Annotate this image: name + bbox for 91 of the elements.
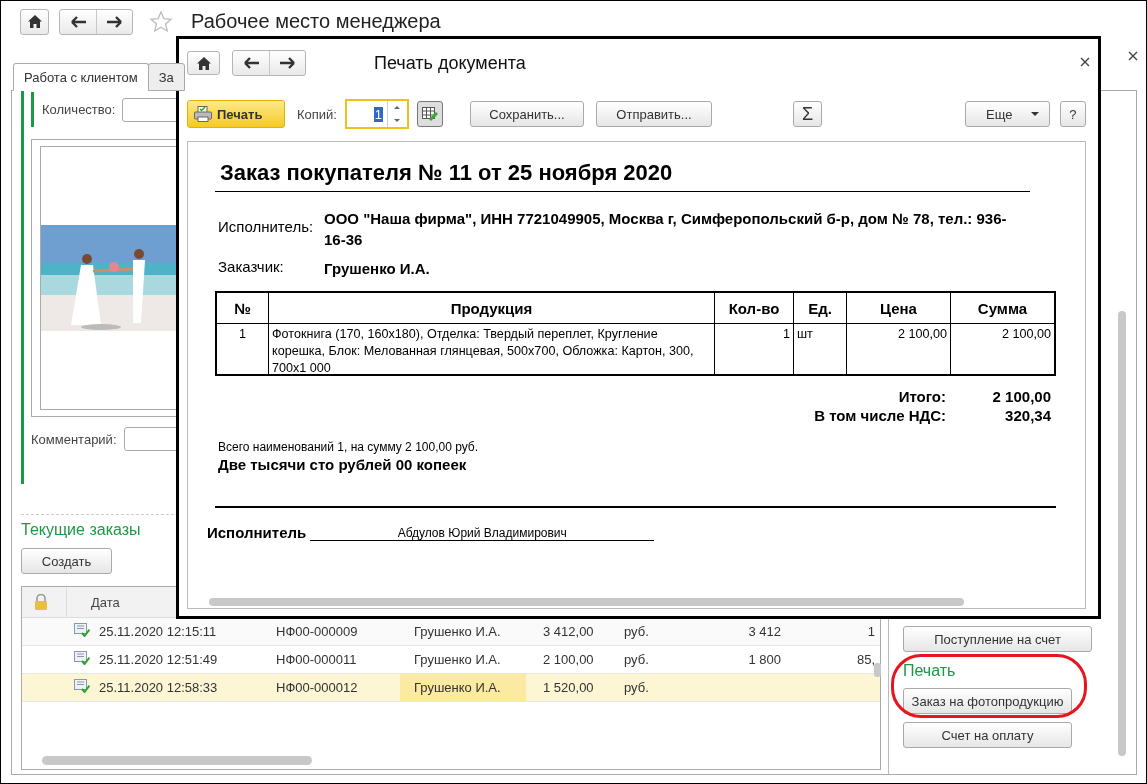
table-cell: руб. bbox=[624, 680, 649, 695]
help-button[interactable]: ? bbox=[1060, 101, 1086, 127]
home-button[interactable] bbox=[20, 8, 49, 35]
star-icon[interactable] bbox=[149, 9, 173, 34]
more-button[interactable]: Еще bbox=[965, 101, 1050, 127]
table-cell: 2 100,00 bbox=[897, 327, 947, 341]
printer-icon bbox=[194, 106, 212, 122]
total-value: 2 100,00 bbox=[991, 388, 1051, 405]
table-header: Сумма bbox=[977, 299, 1028, 317]
spin-down-icon[interactable] bbox=[394, 119, 401, 122]
field-label: Копий: bbox=[297, 106, 337, 122]
table-cell: 3 412 bbox=[748, 624, 781, 639]
scrollbar[interactable] bbox=[42, 756, 312, 765]
table-header: Кол-во bbox=[728, 299, 780, 317]
action-button[interactable]: Поступление на счет bbox=[903, 626, 1092, 652]
send-button[interactable]: Отправить... bbox=[596, 101, 712, 127]
print-button[interactable]: Счет на оплату bbox=[903, 722, 1072, 748]
total-label: Итого: bbox=[897, 388, 946, 405]
table-cell: 3 412,00 bbox=[543, 624, 594, 639]
table-header: № bbox=[234, 299, 251, 317]
total-label: В том числе НДС: bbox=[814, 407, 946, 424]
table-cell: 85, bbox=[856, 652, 875, 667]
lock-icon bbox=[34, 594, 48, 610]
scrollbar[interactable] bbox=[1118, 311, 1126, 756]
table-cell: 25.11.2020 12:58:33 bbox=[99, 680, 218, 695]
table-cell: 2 100,00 bbox=[543, 652, 594, 667]
caret-icon bbox=[1031, 112, 1039, 116]
scrollbar[interactable] bbox=[874, 663, 881, 677]
table-cell: 1 bbox=[867, 624, 875, 639]
field-label: Комментарий: bbox=[31, 431, 117, 447]
table-cell: НФ00-000009 bbox=[276, 624, 358, 639]
table-cell: 1 bbox=[239, 327, 246, 341]
party-label: Заказчик: bbox=[218, 258, 285, 277]
table-cell: НФ00-000012 bbox=[276, 680, 358, 695]
signature-label: Исполнитель bbox=[207, 524, 307, 541]
print-button[interactable]: Заказ на фотопродукцию bbox=[903, 688, 1072, 714]
tab[interactable]: За bbox=[147, 63, 185, 91]
summary-text: Всего наименований 1, на сумму 2 100,00 руб. bbox=[217, 440, 480, 454]
close-icon[interactable] bbox=[1080, 57, 1090, 67]
create-button[interactable]: Создать bbox=[21, 548, 112, 574]
table-cell: 1 bbox=[783, 327, 790, 341]
table-cell: 25.11.2020 12:51:49 bbox=[99, 652, 218, 667]
table-cell: 1 800 bbox=[748, 652, 781, 667]
save-button[interactable]: Сохранить... bbox=[470, 101, 584, 127]
document-check-icon bbox=[74, 679, 90, 693]
table-header: Ед. bbox=[808, 299, 832, 317]
table-cell: Грушенко И.А. bbox=[414, 652, 501, 667]
table-cell: Грушенко И.А. bbox=[414, 624, 501, 639]
arrow-right-icon bbox=[280, 57, 295, 69]
table-row[interactable]: 25.11.2020 12:58:33 НФ00-000012 Грушенко И.А. 1 520,00 руб. bbox=[22, 674, 880, 702]
table-cell: НФ00-000011 bbox=[276, 652, 357, 667]
home-icon bbox=[27, 15, 42, 28]
document-check-icon bbox=[74, 623, 90, 637]
close-icon[interactable] bbox=[1128, 51, 1138, 61]
arrow-right-icon bbox=[107, 15, 122, 28]
amount-in-words: Две тысячи сто рублей 00 копеек bbox=[217, 456, 468, 473]
home-icon bbox=[196, 56, 211, 70]
table-header: Продукция bbox=[450, 299, 533, 317]
scrollbar[interactable] bbox=[209, 598, 964, 606]
table-cell: 2 100,00 bbox=[1001, 327, 1051, 341]
sum-button[interactable]: Σ bbox=[793, 101, 822, 127]
table-edit-icon bbox=[422, 107, 438, 121]
spin-up-icon[interactable] bbox=[394, 106, 401, 109]
field-label: Количество: bbox=[42, 102, 116, 117]
print-button[interactable]: Печать bbox=[187, 100, 285, 128]
document-check-icon bbox=[74, 651, 90, 665]
signature-name: Абдулов Юрий Владимирович bbox=[310, 526, 655, 541]
table-cell: Грушенко И.А. bbox=[414, 680, 501, 695]
tab[interactable]: Работа с клиентом bbox=[13, 63, 149, 91]
dialog-title: Печать документа bbox=[374, 52, 526, 74]
document-title: Заказ покупателя № 11 от 25 ноября 2020 bbox=[215, 142, 1030, 192]
party-value: ООО "Наша фирма", ИНН 7721049905, Москва г, Симферопольский б-р, дом № 78, тел.: 936-16-36 bbox=[324, 209, 1008, 250]
table-row[interactable]: 25.11.2020 12:15:11 НФ00-000009 Грушенко И.А. 3 412,00 руб. 3 412 1 bbox=[22, 618, 880, 646]
total-value: 320,34 bbox=[1004, 407, 1051, 424]
window-title: Рабочее место менеджера bbox=[191, 10, 441, 33]
table-cell: руб. bbox=[624, 624, 649, 639]
arrow-left-icon bbox=[70, 15, 86, 28]
table-cell: шт bbox=[797, 327, 813, 341]
home-button[interactable] bbox=[187, 51, 220, 75]
edit-table-button[interactable] bbox=[417, 101, 443, 127]
table-cell: Фотокнига (170, 160х180), Отделка: Твердый переплет, Кругление корешка, Блок: Мелованная глянцевая, 500х700, Обложка: Картон, 300, 700х1 000 bbox=[272, 327, 694, 375]
section-title: Печать bbox=[903, 662, 956, 680]
table-cell: 1 520,00 bbox=[543, 680, 594, 695]
section-title: Текущие заказы bbox=[21, 521, 141, 539]
party-value: Грушенко И.А. bbox=[324, 259, 431, 279]
copies-field[interactable]: 1 bbox=[345, 99, 409, 129]
table-cell: 25.11.2020 12:15:11 bbox=[99, 624, 217, 639]
arrow-left-icon bbox=[243, 57, 259, 69]
party-label: Исполнитель: bbox=[218, 217, 315, 237]
table-cell: руб. bbox=[624, 652, 649, 667]
table-header: Цена bbox=[880, 299, 917, 317]
